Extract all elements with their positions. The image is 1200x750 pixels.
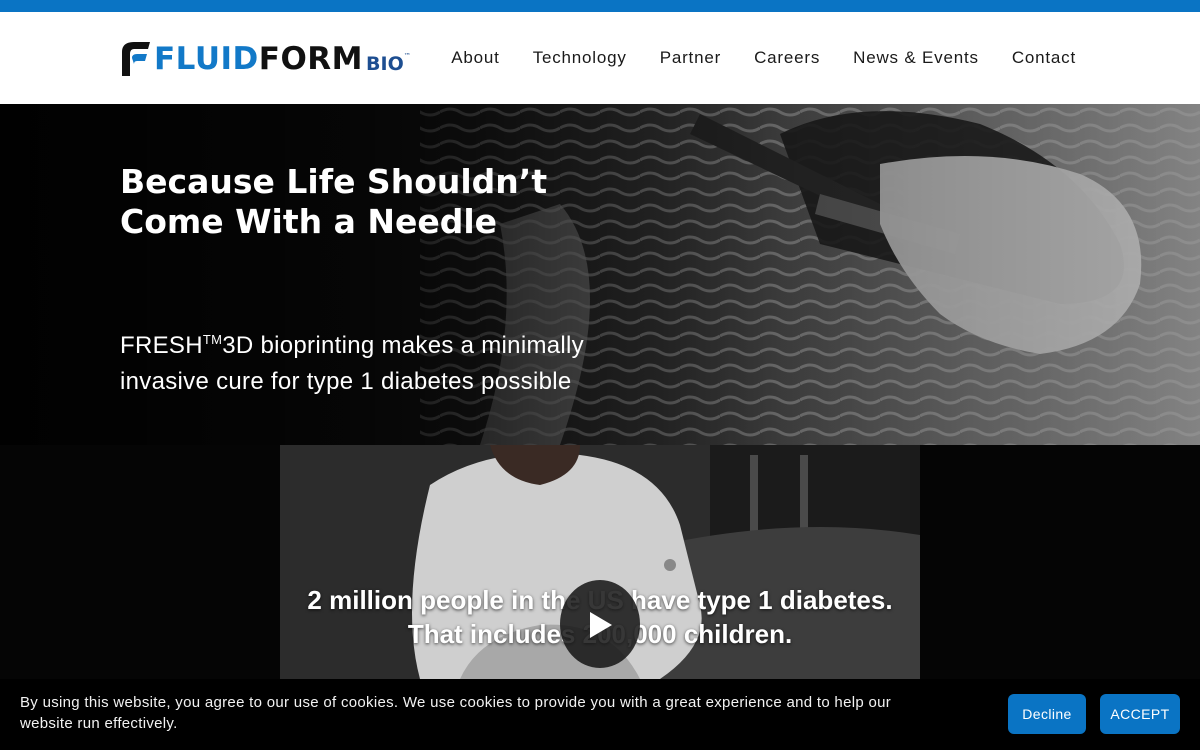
video-player[interactable]: 2 million people in the US have type 1 d… [280,445,920,679]
site-header: FLUID FORM BIO ™ About Technology Partne… [0,12,1200,104]
video-play-button[interactable] [560,580,640,668]
hero-title: Because Life Shouldn’t Come With a Needl… [120,162,548,241]
nav-item-careers[interactable]: Careers [754,48,820,68]
nav-item-partner[interactable]: Partner [660,48,721,68]
hero-section: Because Life Shouldn’t Come With a Needl… [0,104,1200,445]
logo-text-fluid: FLUID [154,41,259,77]
nav-item-about[interactable]: About [451,48,499,68]
main-nav: About Technology Partner Careers News & … [418,48,1076,68]
nav-item-news-events[interactable]: News & Events [853,48,979,68]
logo-text-form: FORM [258,41,364,77]
cookie-consent-text: By using this website, you agree to our … [20,694,892,732]
nav-item-contact[interactable]: Contact [1012,48,1076,68]
top-accent-strip [0,0,1200,12]
fluidform-logo-icon [122,42,150,76]
cookie-accept-button[interactable]: ACCEPT [1100,694,1180,734]
logo-text-bio: BIO [366,53,404,75]
cookie-decline-button[interactable]: Decline [1008,694,1086,734]
nav-item-technology[interactable]: Technology [533,48,627,68]
play-icon [590,612,612,638]
hero-subtitle-fresh: FRESH [120,332,203,359]
site-logo[interactable]: FLUID FORM BIO ™ [120,40,411,76]
hero-subtitle-trademark: TM [202,332,223,347]
hero-subtitle: FRESHTM3D bioprinting makes a minimally … [120,322,600,400]
logo-trademark: ™ [403,52,411,60]
cookie-consent-bar: By using this website, you agree to our … [0,679,1200,750]
